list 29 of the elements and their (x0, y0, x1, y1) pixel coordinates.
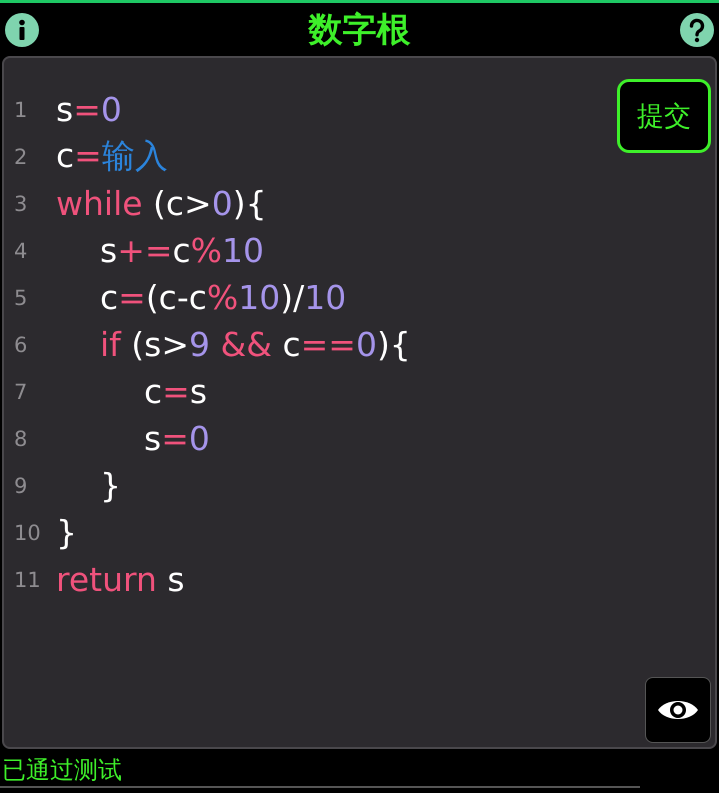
code-line: c=(c-c%10)/10 (100, 278, 346, 317)
code-line: s=0 (144, 419, 210, 458)
line-number: 7 (13, 380, 28, 404)
line-number: 6 (13, 332, 28, 356)
line-number: 4 (13, 238, 28, 262)
code-line: if (s>9 && c==0){ (100, 325, 411, 364)
line-number: 1 (13, 98, 28, 122)
line-number: 3 (13, 192, 28, 216)
info-icon[interactable] (5, 12, 39, 46)
submit-button[interactable]: 提交 (617, 79, 711, 153)
code-line: c=输入 (56, 135, 168, 177)
code-line: s=0 (56, 90, 122, 129)
eye-icon[interactable] (645, 677, 711, 743)
line-number: 8 (13, 426, 28, 450)
code-editor[interactable]: 1 s=0 2 c=输入 3 while (c>0){ 4 s+=c%10 5 c=(c-c%10)/10 6 if (s>9 && c==0){ 7 c=s 8 s=0 9 } 10 } 11 return s 提交 (2, 56, 717, 749)
line-number: 9 (13, 474, 28, 498)
line-number: 5 (13, 286, 28, 310)
page-title: 数字根 (308, 8, 410, 52)
status-text: 已通过测试 (0, 749, 640, 788)
code-line: s+=c%10 (100, 231, 264, 270)
help-icon[interactable] (680, 12, 714, 46)
line-number: 11 (13, 568, 42, 592)
line-number: 2 (13, 144, 28, 168)
code-line: c=s (144, 372, 208, 411)
line-number: 10 (13, 520, 42, 544)
code-line: return s (56, 560, 185, 599)
code-line: } (100, 466, 121, 505)
code-line: } (56, 513, 77, 552)
code-line: while (c>0){ (56, 184, 267, 223)
